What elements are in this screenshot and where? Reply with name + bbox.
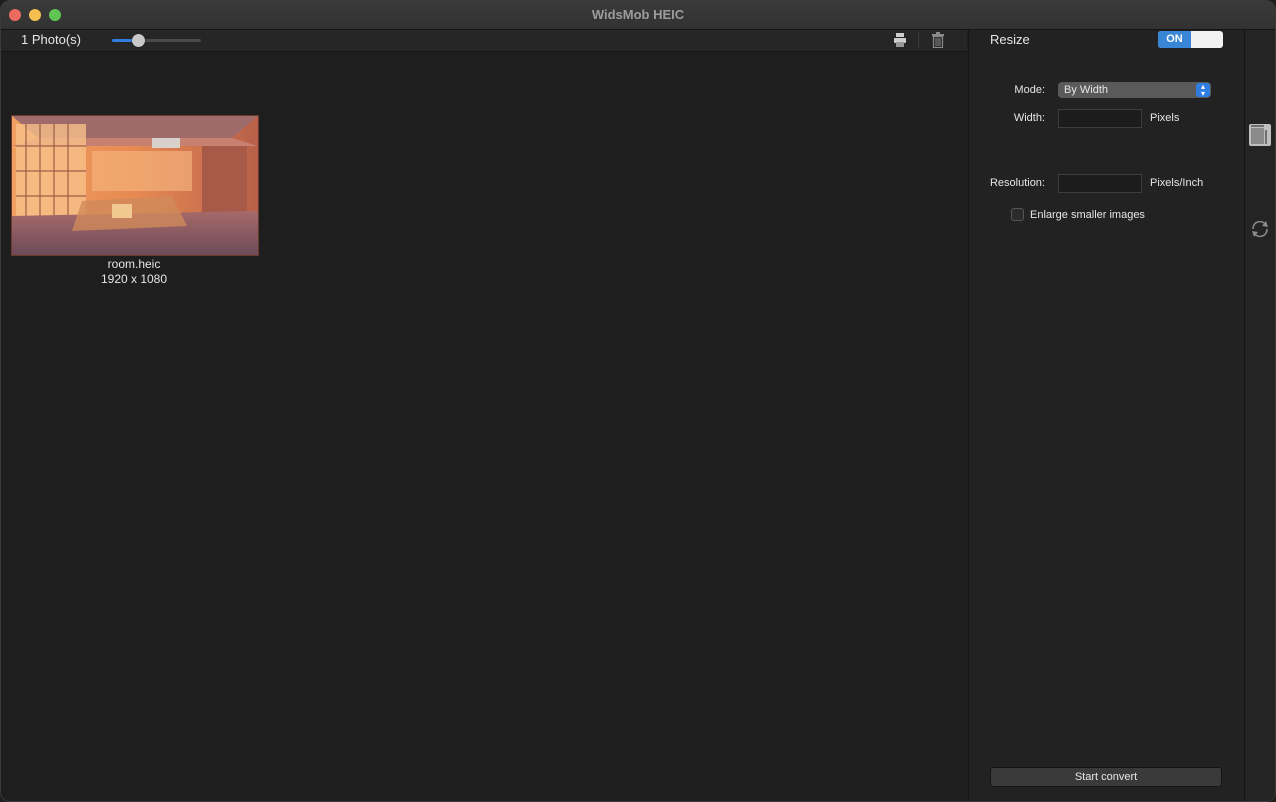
room-image [12, 116, 258, 255]
width-unit: Pixels [1150, 112, 1180, 124]
resize-tool-icon[interactable] [1247, 122, 1273, 148]
photo-toolbar: 1 Photo(s) [1, 30, 967, 52]
photo-filename: room.heic [107, 257, 161, 271]
resolution-label: Resolution: [989, 177, 1045, 189]
title-bar: WidsMob HEIC [1, 1, 1275, 30]
photo-count: 1 Photo(s) [21, 32, 81, 47]
enlarge-checkbox[interactable] [1011, 208, 1024, 221]
thumbnail-size-slider[interactable] [112, 34, 201, 47]
trash-icon[interactable] [931, 32, 945, 48]
toolbar-separator [918, 32, 919, 48]
rotate-tool-icon[interactable] [1247, 216, 1273, 242]
width-input[interactable] [1058, 109, 1142, 128]
window-title: WidsMob HEIC [591, 7, 685, 22]
enlarge-label: Enlarge smaller images [1030, 209, 1145, 221]
mode-select-value: By Width [1064, 84, 1109, 96]
panel-title: Resize [990, 32, 1030, 47]
toggle-on-label: ON [1158, 31, 1191, 48]
photo-grid: room.heic 1920 x 1080 [1, 52, 967, 801]
resize-panel: Resize ON Mode: By Width ▴ ▾ Width: Pixel… [968, 30, 1244, 801]
resolution-input[interactable] [1058, 174, 1142, 193]
resize-toggle[interactable]: ON [1158, 31, 1223, 48]
app-window: WidsMob HEIC 1 Photo(s) room.heic 1920 x… [0, 0, 1276, 802]
chevron-updown-icon: ▴ ▾ [1196, 83, 1210, 98]
mode-select[interactable]: By Width ▴ ▾ [1058, 82, 1211, 98]
mode-label: Mode: [1014, 84, 1045, 96]
slider-knob[interactable] [132, 34, 146, 47]
start-convert-button[interactable]: Start convert [990, 767, 1222, 787]
tool-strip [1244, 30, 1275, 801]
width-label: Width: [1013, 112, 1045, 124]
resolution-unit: Pixels/Inch [1150, 177, 1204, 189]
printer-icon[interactable] [893, 32, 907, 48]
photo-thumbnail[interactable] [11, 115, 259, 256]
photo-dimensions: 1920 x 1080 [100, 272, 168, 286]
